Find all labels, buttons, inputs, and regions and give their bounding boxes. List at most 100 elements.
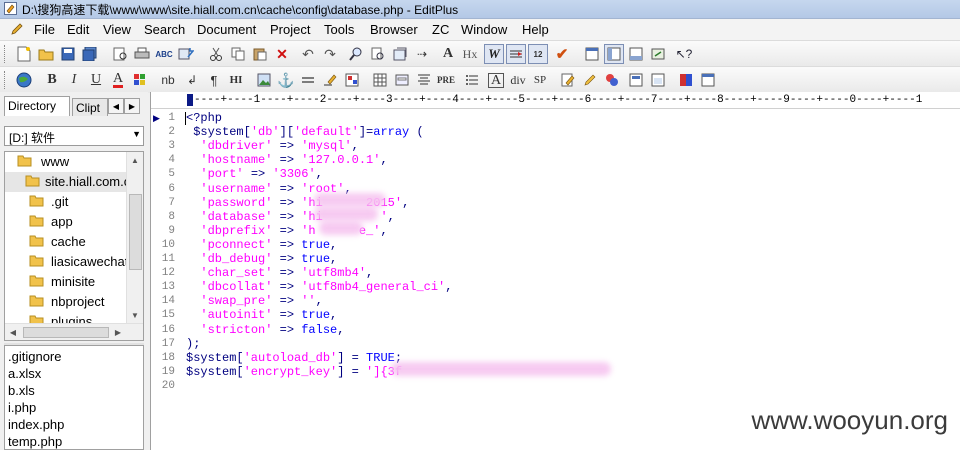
find-in-files-icon[interactable] xyxy=(390,44,410,64)
tree-item-www[interactable]: www xyxy=(5,152,127,172)
cliptext-insert-icon[interactable] xyxy=(602,70,622,90)
paragraph-button[interactable]: ¶ xyxy=(204,70,224,90)
ftp-upload-icon[interactable] xyxy=(176,44,196,64)
div-button[interactable]: div xyxy=(508,70,528,90)
file-item[interactable]: a.xlsx xyxy=(8,366,41,381)
check-icon[interactable]: ✔ xyxy=(552,44,572,64)
scroll-thumb[interactable] xyxy=(129,194,142,270)
file-item[interactable]: temp.php xyxy=(8,434,62,449)
print-icon[interactable] xyxy=(132,44,152,64)
menu-file[interactable]: File xyxy=(34,22,55,37)
tree-item-liasicawechat[interactable]: liasicawechat xyxy=(5,252,128,272)
tree-item-app[interactable]: app xyxy=(5,212,127,232)
tree-item-git[interactable]: .git xyxy=(5,192,127,212)
delete-icon[interactable]: ✕ xyxy=(272,44,292,64)
underline-button[interactable]: U xyxy=(86,70,106,90)
font-icon[interactable]: A xyxy=(438,44,458,64)
color-palette-icon[interactable] xyxy=(342,70,362,90)
tab-directory[interactable]: Directory xyxy=(4,96,70,116)
open-folder-icon[interactable] xyxy=(36,44,56,64)
code-line[interactable]: 'dbcollat' => 'utf8mb4_general_ci', xyxy=(186,280,452,294)
edit-tag-icon[interactable] xyxy=(558,70,578,90)
menu-help[interactable]: Help xyxy=(522,22,549,37)
redo-icon[interactable]: ↷ xyxy=(320,44,340,64)
scroll-down-icon[interactable]: ▼ xyxy=(128,308,142,322)
tab-scroll-left-icon[interactable]: ◀ xyxy=(108,98,124,114)
heading-button[interactable]: HI xyxy=(226,70,246,90)
output-window-icon[interactable] xyxy=(626,44,646,64)
toolbar-grip[interactable] xyxy=(4,45,8,63)
menu-search[interactable]: Search xyxy=(144,22,185,37)
code-line[interactable]: 'hostname' => '127.0.0.1', xyxy=(186,153,387,167)
list-icon[interactable] xyxy=(462,70,482,90)
code-line[interactable]: <?php xyxy=(186,111,222,125)
paste-icon[interactable] xyxy=(250,44,270,64)
menu-zc[interactable]: ZC xyxy=(432,22,449,37)
tree-vertical-scrollbar[interactable]: ▲ ▼ xyxy=(126,152,143,324)
menu-edit[interactable]: Edit xyxy=(67,22,89,37)
cliptext-window-icon[interactable] xyxy=(582,44,602,64)
tree-item-site[interactable]: site.hiall.com.c xyxy=(5,172,130,192)
new-file-icon[interactable] xyxy=(14,44,34,64)
undo-icon[interactable]: ↶ xyxy=(298,44,318,64)
menu-project[interactable]: Project xyxy=(270,22,310,37)
tree-horizontal-scrollbar[interactable]: ◀ ▶ xyxy=(5,323,143,340)
code-line[interactable]: 'autoinit' => true, xyxy=(186,308,337,322)
cut-icon[interactable] xyxy=(206,44,226,64)
word-wrap-icon[interactable]: W xyxy=(484,44,504,64)
file-list[interactable]: .gitignore a.xlsx b.xls i.php index.php … xyxy=(4,345,144,450)
file-item[interactable]: b.xls xyxy=(8,383,35,398)
tab-scroll-right-icon[interactable]: ▶ xyxy=(124,98,140,114)
chevron-down-icon[interactable]: ▼ xyxy=(132,129,141,139)
menu-browser[interactable]: Browser xyxy=(370,22,418,37)
nbsp-button[interactable]: nb xyxy=(158,70,178,90)
bold-button[interactable]: B xyxy=(42,70,62,90)
help-cursor-icon[interactable]: ↖? xyxy=(674,44,694,64)
horizontal-rule-icon[interactable] xyxy=(298,70,318,90)
tab-cliptext[interactable]: Clipt xyxy=(72,98,108,116)
anchor-icon[interactable]: ⚓ xyxy=(276,70,296,90)
window-icon[interactable] xyxy=(698,70,718,90)
image-icon[interactable] xyxy=(254,70,274,90)
menu-view[interactable]: View xyxy=(103,22,131,37)
document-selector-icon[interactable] xyxy=(626,70,646,90)
code-line[interactable]: 'char_set' => 'utf8mb4', xyxy=(186,266,373,280)
fullscreen-icon[interactable] xyxy=(648,44,668,64)
find-icon[interactable] xyxy=(346,44,366,64)
code-line[interactable]: 'stricton' => false, xyxy=(186,323,344,337)
copy-icon[interactable] xyxy=(228,44,248,64)
file-item[interactable]: .gitignore xyxy=(8,349,61,364)
font-color-button[interactable]: A xyxy=(108,70,128,90)
tree-item-nbproject[interactable]: nbproject xyxy=(5,292,127,312)
menu-tools[interactable]: Tools xyxy=(324,22,354,37)
align-center-icon[interactable] xyxy=(414,70,434,90)
line-number-icon[interactable]: 12 xyxy=(528,44,548,64)
file-item[interactable]: i.php xyxy=(8,400,36,415)
code-line[interactable]: 'pconnect' => true, xyxy=(186,238,337,252)
scroll-up-icon[interactable]: ▲ xyxy=(128,153,142,167)
table-icon[interactable] xyxy=(370,70,390,90)
code-line[interactable]: ); xyxy=(186,337,200,351)
folder-tree[interactable]: www site.hiall.com.c .git app cache lias… xyxy=(4,151,144,341)
preview-icon[interactable] xyxy=(648,70,668,90)
code-line[interactable]: 'swap_pre' => '', xyxy=(186,294,322,308)
ruler-icon[interactable] xyxy=(506,44,526,64)
line-break-icon[interactable]: ↲ xyxy=(182,70,202,90)
italic-button[interactable]: I xyxy=(64,70,84,90)
save-icon[interactable] xyxy=(58,44,78,64)
toolbar-grip[interactable] xyxy=(4,71,8,89)
pre-button[interactable]: PRE xyxy=(436,70,456,90)
tree-item-minisite[interactable]: minisite xyxy=(5,272,127,292)
menu-window[interactable]: Window xyxy=(461,22,507,37)
code-line[interactable]: 'port' => '3306', xyxy=(186,167,322,181)
scroll-left-icon[interactable]: ◀ xyxy=(6,325,20,339)
span-button[interactable]: SP xyxy=(530,70,550,90)
browser-globe-icon[interactable] xyxy=(14,70,34,90)
menu-document[interactable]: Document xyxy=(197,22,256,37)
code-line[interactable]: $system['autoload_db'] = TRUE; xyxy=(186,351,402,365)
comment-icon[interactable] xyxy=(320,70,340,90)
form-icon[interactable] xyxy=(392,70,412,90)
save-all-icon[interactable] xyxy=(80,44,100,64)
code-line[interactable]: 'dbdriver' => 'mysql', xyxy=(186,139,358,153)
scroll-right-icon[interactable]: ▶ xyxy=(111,325,125,339)
